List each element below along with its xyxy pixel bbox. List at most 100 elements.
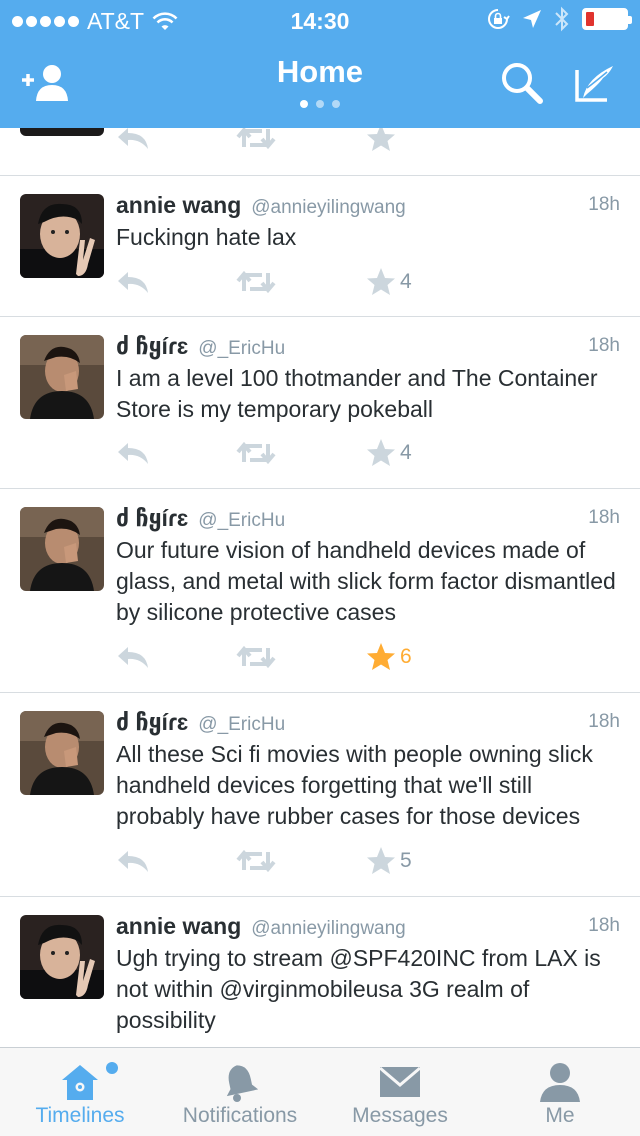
tab-bar: Timelines Notifications Messages Me [0, 1047, 640, 1136]
author-name[interactable]: annie wang [116, 192, 241, 219]
avatar [20, 128, 104, 136]
reply-icon [118, 647, 148, 668]
tweet-actions: 5 [116, 841, 436, 881]
favorite-button[interactable]: 6 [366, 637, 412, 677]
reply-button[interactable] [116, 433, 150, 473]
favorite-count: 5 [400, 849, 412, 872]
retweet-button[interactable] [236, 841, 276, 881]
tweet-time: 18h [588, 711, 620, 732]
retweet-icon [236, 441, 276, 465]
tab-label: Timelines [35, 1104, 125, 1127]
favorite-count: 4 [400, 270, 412, 293]
tweet-time: 18h [588, 507, 620, 528]
favorite-button[interactable]: 5 [366, 841, 412, 881]
avatar[interactable] [20, 335, 104, 419]
timeline-feed[interactable]: annie wang @annieyilingwang 18h Fuckingn… [0, 128, 640, 1048]
tab-me[interactable]: Me [480, 1048, 640, 1136]
tweet-header: ძ ჩყíɾɛ @_EricHu 18h [116, 709, 620, 739]
reply-button[interactable] [116, 637, 150, 677]
avatar[interactable] [20, 711, 104, 795]
tab-timelines[interactable]: Timelines [0, 1048, 160, 1136]
retweet-button[interactable] [236, 637, 276, 677]
tweet-header: annie wang @annieyilingwang 18h [116, 192, 620, 222]
tweet-text: Our future vision of handheld devices ma… [116, 537, 616, 625]
star-icon [367, 128, 395, 151]
author-handle: @_EricHu [198, 714, 286, 735]
tweet-actions: 4 [116, 433, 436, 473]
retweet-icon [236, 128, 276, 150]
tweet-text: I am a level 100 thotmander and The Cont… [116, 365, 598, 422]
compose-icon [575, 66, 613, 102]
avatar[interactable] [20, 915, 104, 999]
retweet-button[interactable] [236, 262, 276, 302]
tab-label: Messages [352, 1104, 448, 1127]
reply-button[interactable] [116, 841, 150, 881]
tab-messages[interactable]: Messages [320, 1048, 480, 1136]
tweet[interactable]: ძ ჩყíɾɛ @_EricHu 18h All these Sci fi mo… [0, 693, 640, 897]
search-button[interactable] [492, 58, 552, 108]
bluetooth-icon [555, 6, 569, 32]
tweet[interactable]: ძ ჩყíɾɛ @_EricHu 18h I am a level 100 th… [0, 317, 640, 489]
tweet[interactable]: annie wang @annieyilingwang 18h Fuckingn… [0, 176, 640, 317]
location-icon [523, 10, 541, 28]
author-handle: @annieyilingwang [251, 197, 406, 218]
tweet-actions: 6 [116, 637, 436, 677]
author-name[interactable]: ძ ჩყíɾɛ [116, 505, 188, 532]
search-icon [502, 63, 543, 104]
star-icon [367, 268, 395, 295]
nav-header: AT&T 14:30 Home [0, 0, 640, 128]
tweet[interactable]: annie wang @annieyilingwang 18h Ugh tryi… [0, 897, 640, 1048]
author-name[interactable]: ძ ჩყíɾɛ [116, 709, 188, 736]
star-icon [367, 439, 395, 466]
author-name[interactable]: ძ ჩყíɾɛ [116, 333, 188, 360]
person-icon [540, 1063, 580, 1102]
author-handle: @annieyilingwang [251, 918, 406, 939]
rotation-lock-icon [488, 9, 510, 29]
new-items-badge [106, 1062, 118, 1074]
previous-tweet-partial [0, 128, 640, 176]
status-bar: AT&T 14:30 [0, 0, 640, 40]
tweet-header: ძ ჩყíɾɛ @_EricHu 18h [116, 333, 620, 363]
avatar[interactable] [20, 194, 104, 278]
tab-label: Notifications [182, 1104, 298, 1127]
reply-icon [118, 443, 148, 464]
tweet-text: All these Sci fi movies with people owni… [116, 741, 593, 829]
retweet-button[interactable] [236, 433, 276, 473]
tab-notifications[interactable]: Notifications [160, 1048, 320, 1136]
envelope-icon [379, 1066, 421, 1097]
author-name[interactable]: annie wang [116, 913, 241, 940]
tweet-text: Ugh trying to stream @SPF420INC from LAX… [116, 945, 601, 1033]
reply-icon [118, 128, 148, 149]
retweet-button[interactable] [236, 128, 276, 158]
home-icon [62, 1065, 98, 1100]
tweet-time: 18h [588, 915, 620, 936]
avatar[interactable] [20, 507, 104, 591]
author-handle: @_EricHu [198, 338, 286, 359]
reply-button[interactable] [116, 128, 150, 158]
bell-icon [226, 1065, 259, 1102]
retweet-icon [236, 849, 276, 873]
favorite-button[interactable] [366, 128, 396, 158]
tweet-time: 18h [588, 335, 620, 356]
retweet-icon [236, 270, 276, 294]
reply-icon [118, 851, 148, 872]
favorite-button[interactable]: 4 [366, 433, 412, 473]
tweet-time: 18h [588, 194, 620, 215]
star-icon [367, 847, 395, 874]
tweet[interactable]: ძ ჩყíɾɛ @_EricHu 18h Our future vision o… [0, 489, 640, 693]
author-handle: @_EricHu [198, 510, 286, 531]
tab-label: Me [545, 1104, 575, 1127]
star-icon [367, 643, 395, 670]
tweet-text: Fuckingn hate lax [116, 224, 297, 250]
tweet-actions: 4 [116, 262, 436, 302]
reply-icon [118, 272, 148, 293]
reply-button[interactable] [116, 262, 150, 302]
retweet-icon [236, 645, 276, 669]
favorite-button[interactable]: 4 [366, 262, 412, 302]
favorite-count: 4 [400, 441, 412, 464]
battery-icon [582, 8, 632, 30]
tweet-header: annie wang @annieyilingwang 18h [116, 913, 620, 943]
compose-button[interactable] [566, 58, 626, 108]
tweet-actions [116, 128, 436, 158]
tweet-header: ძ ჩყíɾɛ @_EricHu 18h [116, 505, 620, 535]
